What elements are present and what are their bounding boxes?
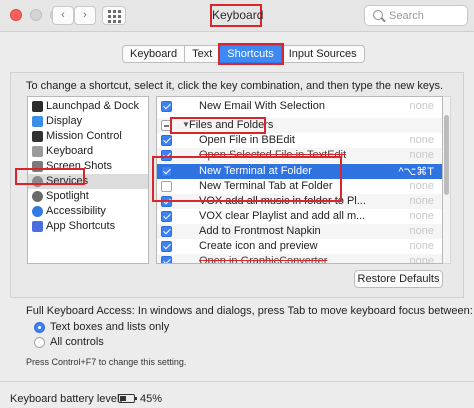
- grid-icon-dot: [118, 20, 121, 23]
- shortcut-row[interactable]: New Email With Selection none: [157, 99, 442, 114]
- shortcut-keys[interactable]: none: [410, 100, 434, 112]
- shortcut-row[interactable]: Open in GraphicConverter none: [157, 254, 442, 264]
- shortcut-row[interactable]: Create icon and preview none: [157, 239, 442, 254]
- files-and-folders-highlight: [170, 117, 266, 134]
- full-keyboard-access-text: Full Keyboard Access: In windows and dia…: [26, 305, 473, 317]
- window-title: Keyboard: [210, 4, 263, 27]
- shortcut-row[interactable]: Add to Frontmost Napkin none: [157, 224, 442, 239]
- grid-icon-dot: [113, 10, 116, 13]
- shortcut-keys[interactable]: none: [410, 180, 434, 192]
- shortcut-keys[interactable]: ^⌥⌘T: [398, 165, 434, 178]
- close-button[interactable]: [10, 9, 22, 21]
- category-item-accessibility[interactable]: Accessibility: [28, 204, 148, 219]
- tab-input-sources[interactable]: Input Sources: [281, 45, 365, 63]
- category-label: Mission Control: [46, 130, 122, 142]
- category-label: Accessibility: [46, 205, 106, 217]
- forward-button[interactable]: ›: [74, 6, 96, 25]
- radio-all-controls[interactable]: [34, 337, 45, 348]
- category-item-keyboard[interactable]: Keyboard: [28, 144, 148, 159]
- shortcut-label: Create icon and preview: [199, 240, 318, 252]
- shortcut-label: VOX clear Playlist and add all m...: [199, 210, 366, 222]
- accessibility-icon: [32, 206, 43, 217]
- shortcut-row[interactable]: VOX clear Playlist and add all m... none: [157, 209, 442, 224]
- instructions-text: To change a shortcut, select it, click t…: [26, 80, 444, 92]
- search-box[interactable]: [364, 5, 468, 26]
- tab-shortcuts[interactable]: Shortcuts: [218, 43, 284, 65]
- terminal-shortcuts-highlight: [152, 156, 342, 202]
- shortcut-keys[interactable]: none: [410, 210, 434, 222]
- shortcut-label: Open in GraphicConverter: [199, 255, 328, 264]
- services-highlight: [15, 168, 85, 185]
- tab-text[interactable]: Text: [185, 45, 221, 63]
- category-item-display[interactable]: Display: [28, 114, 148, 129]
- tab-bar: Keyboard Text Shortcuts Input Sources: [122, 43, 365, 65]
- shortcut-checkbox[interactable]: [161, 135, 172, 146]
- shortcut-keys[interactable]: none: [410, 255, 434, 263]
- category-item-mission-control[interactable]: Mission Control: [28, 129, 148, 144]
- divider: [0, 381, 474, 382]
- category-label: Launchpad & Dock: [46, 100, 139, 112]
- radio-label: Text boxes and lists only: [50, 321, 170, 333]
- search-input[interactable]: [389, 6, 465, 25]
- battery-value: 45%: [140, 393, 163, 405]
- grid-icon-dot: [118, 15, 121, 18]
- shortcut-checkbox[interactable]: [161, 241, 172, 252]
- mission-control-icon: [32, 131, 43, 142]
- shortcut-row[interactable]: Open File in BBEdit none: [157, 133, 442, 148]
- grid-icon-dot: [108, 15, 111, 18]
- shortcut-checkbox[interactable]: [161, 226, 172, 237]
- shortcut-keys[interactable]: none: [410, 195, 434, 207]
- shortcut-keys[interactable]: none: [410, 225, 434, 237]
- shortcut-checkbox[interactable]: [161, 256, 172, 263]
- grid-icon-dot: [108, 20, 111, 23]
- grid-icon: [108, 10, 111, 13]
- battery-icon: [118, 394, 137, 403]
- chevron-left-icon: ‹: [61, 9, 65, 21]
- app-shortcuts-icon: [32, 221, 43, 232]
- category-label: App Shortcuts: [46, 220, 116, 232]
- keyboard-icon: [32, 146, 43, 157]
- display-icon: [32, 116, 43, 127]
- grid-icon-dot: [118, 10, 121, 13]
- grid-icon-dot: [113, 15, 116, 18]
- battery-label: Keyboard battery level:: [10, 393, 123, 405]
- grid-icon-dot: [113, 20, 116, 23]
- shortcut-label: Add to Frontmost Napkin: [199, 225, 321, 237]
- chevron-right-icon: ›: [83, 9, 87, 21]
- category-label: Spotlight: [46, 190, 89, 202]
- spotlight-icon: [32, 191, 43, 202]
- keyboard-access-hint: Press Control+F7 to change this setting.: [26, 357, 187, 367]
- shortcut-label: New Email With Selection: [199, 100, 325, 112]
- tab-keyboard[interactable]: Keyboard: [122, 45, 186, 63]
- scrollbar-thumb[interactable]: [444, 115, 449, 195]
- shortcut-keys[interactable]: none: [410, 134, 434, 146]
- launchpad-icon: [32, 101, 43, 112]
- shortcut-keys[interactable]: none: [410, 149, 434, 161]
- show-all-button[interactable]: [102, 6, 126, 25]
- category-item-app-shortcuts[interactable]: App Shortcuts: [28, 219, 148, 234]
- title-bar: ‹ › Keyboard: [0, 0, 474, 32]
- shortcut-list-scrollbar[interactable]: [443, 96, 451, 264]
- radio-label: All controls: [50, 336, 104, 348]
- restore-defaults-button[interactable]: Restore Defaults: [354, 270, 443, 288]
- minimize-button[interactable]: [30, 9, 42, 21]
- radio-text-boxes-lists[interactable]: [34, 322, 45, 333]
- shortcut-checkbox[interactable]: [161, 211, 172, 222]
- category-item-spotlight[interactable]: Spotlight: [28, 189, 148, 204]
- back-button[interactable]: ‹: [52, 6, 74, 25]
- shortcut-checkbox[interactable]: [161, 101, 172, 112]
- shortcut-label: Open File in BBEdit: [199, 134, 295, 146]
- shortcut-keys[interactable]: none: [410, 240, 434, 252]
- category-label: Keyboard: [46, 145, 94, 157]
- category-item-launchpad[interactable]: Launchpad & Dock: [28, 99, 148, 114]
- category-label: Display: [46, 115, 83, 127]
- search-icon: [373, 10, 383, 20]
